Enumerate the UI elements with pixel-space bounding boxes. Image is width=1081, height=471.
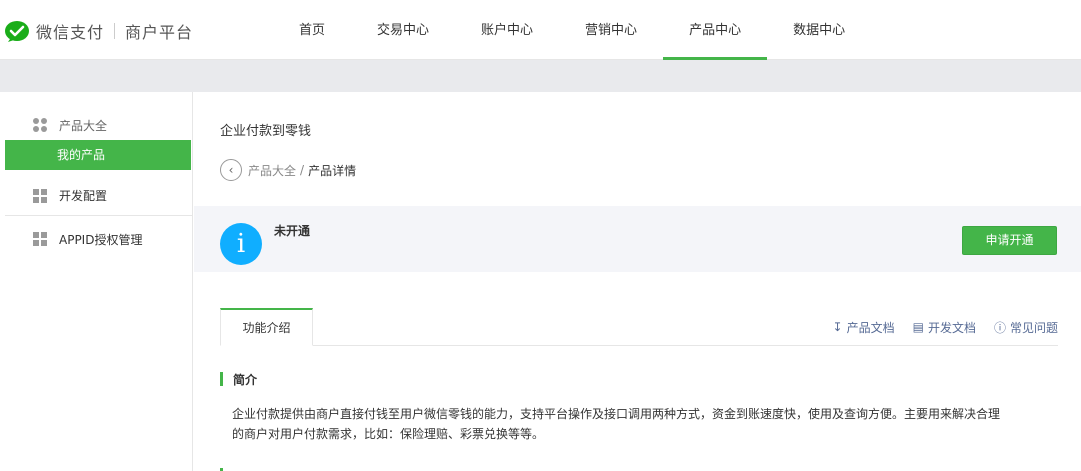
header-spacer-band (0, 60, 1081, 92)
breadcrumb-separator: / (300, 163, 305, 177)
nav-home[interactable]: 首页 (273, 0, 351, 60)
dev-docs-link[interactable]: ▤ 开发文档 (913, 319, 976, 336)
nav-trade-center[interactable]: 交易中心 (351, 0, 455, 60)
nav-product-center[interactable]: 产品中心 (663, 0, 768, 60)
doc-link-label: 常见问题 (1009, 320, 1058, 335)
tab-feature-intro[interactable]: 功能介绍 (220, 308, 313, 346)
breadcrumb-current: 产品详情 (308, 163, 357, 178)
logo-divider (114, 23, 116, 39)
main-nav: 首页 交易中心 账户中心 营销中心 产品中心 数据中心 (273, 0, 871, 60)
nav-account-center[interactable]: 账户中心 (455, 0, 559, 60)
info-icon: i (220, 223, 262, 265)
section-heading: 简介 (220, 372, 258, 387)
sidebar-item-my-products[interactable]: 我的产品 (5, 140, 191, 170)
breadcrumb: ‹ 产品大全 / 产品详情 (220, 158, 356, 182)
sidebar-item-label: APPID授权管理 (59, 232, 143, 247)
main-content: 企业付款到零钱 ‹ 产品大全 / 产品详情 i 未开通 申请开通 功能介绍 ↧ … (194, 92, 1081, 471)
top-navbar: 微信支付 商户平台 首页 交易中心 账户中心 营销中心 产品中心 数据中心 (0, 0, 1081, 60)
platform-name: 商户平台 (125, 23, 194, 42)
content-tabs: 功能介绍 ↧ 产品文档 ▤ 开发文档 ⓘ 常见问题 (220, 308, 1058, 346)
nav-marketing-center[interactable]: 营销中心 (559, 0, 663, 60)
sidebar-item-label: 开发配置 (59, 189, 108, 203)
sidebar-item-dev-config[interactable]: 开发配置 (5, 176, 193, 216)
logo[interactable]: 微信支付 商户平台 (4, 19, 193, 43)
help-icon: ⓘ (993, 320, 1006, 335)
doc-link-label: 开发文档 (927, 320, 976, 335)
section-body-line: 的商户对用户付款需求，比如：保险理赔、彩票兑换等等。 (232, 427, 545, 441)
section-body-line: 企业付款提供由商户直接付钱至用户微信零钱的能力，支持平台操作及接口调用两种方式，… (232, 407, 1001, 421)
document-icon: ▤ (912, 320, 924, 334)
product-status-bar: i 未开通 申请开通 (194, 206, 1081, 272)
section-accent-bar (220, 372, 223, 386)
page-title: 企业付款到零钱 (220, 124, 312, 139)
sidebar-item-appid-auth[interactable]: APPID授权管理 (5, 219, 193, 259)
section-title-text: 简介 (233, 372, 258, 387)
sidebar-group-products[interactable]: 产品大全 (5, 114, 193, 136)
apply-activation-button[interactable]: 申请开通 (962, 226, 1057, 255)
section-body: 企业付款提供由商户直接付钱至用户微信零钱的能力，支持平台操作及接口调用两种方式，… (232, 404, 1068, 444)
sidebar-group-label: 产品大全 (59, 118, 108, 133)
breadcrumb-parent-link[interactable]: 产品大全 (248, 162, 296, 179)
apps-grid-icon (33, 118, 47, 132)
grid-icon (33, 232, 47, 246)
doc-links: ↧ 产品文档 ▤ 开发文档 ⓘ 常见问题 (815, 308, 1058, 346)
nav-data-center[interactable]: 数据中心 (767, 0, 871, 60)
product-docs-link[interactable]: ↧ 产品文档 (833, 319, 895, 336)
status-text: 未开通 (274, 224, 311, 238)
faq-link[interactable]: ⓘ 常见问题 (994, 319, 1058, 336)
grid-icon (33, 188, 47, 203)
doc-link-label: 产品文档 (846, 320, 895, 335)
download-icon: ↧ (832, 320, 843, 334)
sidebar: 产品大全 我的产品 开发配置 APPID授权管理 (5, 92, 193, 471)
brand-name: 微信支付 (36, 23, 105, 42)
wechat-pay-logo-icon (5, 21, 29, 42)
back-chevron-icon[interactable]: ‹ (220, 159, 242, 181)
